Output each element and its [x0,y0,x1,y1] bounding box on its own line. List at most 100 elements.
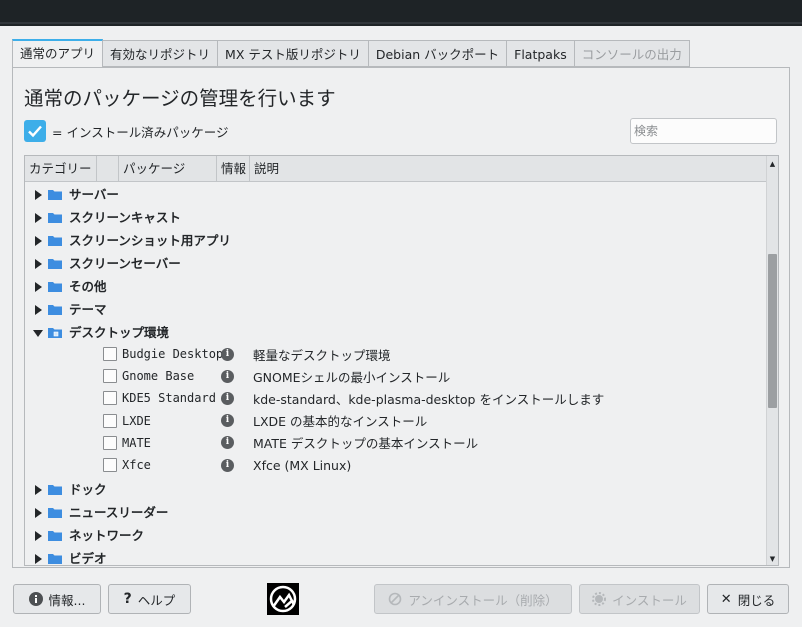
folder-icon [48,529,62,541]
help-button[interactable]: ? ヘルプ [108,584,191,614]
category-row[interactable]: ネットワーク [25,523,766,545]
package-description: MATE デスクトップの基本インストール [253,436,479,452]
column-header-package[interactable]: パッケージ [119,156,217,181]
category-label: サーバー [69,186,119,202]
expand-arrow-icon[interactable] [33,303,43,315]
installed-checkbox-sample [24,120,46,142]
info-icon[interactable]: i [221,458,234,472]
package-row[interactable]: KDE5 Standard i kde-standard、kde-plasma-de… [25,387,766,409]
package-row[interactable]: Budgie Desktop i 軽量なデスクトップ環境 [25,343,766,365]
tab-popular-apps[interactable]: 通常のアプリ [12,39,104,68]
vertical-scrollbar[interactable]: ▲ ▼ [766,156,778,565]
column-header-info[interactable]: 情報 [217,156,250,181]
close-button-label: 閉じる [737,592,776,608]
category-row[interactable]: スクリーンショット用アプリ [25,228,766,250]
package-row[interactable]: Gnome Base i GNOMEシェルの最小インストール [25,365,766,387]
scroll-down-arrow-icon[interactable]: ▼ [767,554,778,564]
category-row[interactable]: サーバー [25,182,766,204]
package-description: LXDE の基本的なインストール [253,414,428,430]
category-label: ニュースリーダー [69,504,169,520]
package-name: MATE [122,435,151,450]
installed-legend: = インストール済みパッケージ [24,120,228,142]
package-name: KDE5 Standard [122,391,216,406]
scrollbar-thumb[interactable] [768,254,777,408]
package-checkbox[interactable] [103,369,117,384]
expand-arrow-icon[interactable] [33,188,43,200]
info-button[interactable]: 情報... [13,584,101,614]
package-checkbox[interactable] [103,413,117,428]
category-row[interactable]: ビデオ [25,546,766,565]
category-row[interactable]: スクリーンセーバー [25,251,766,273]
category-row[interactable]: テーマ [25,297,766,319]
expand-arrow-icon[interactable] [33,211,43,223]
package-description: kde-standard、kde-plasma-desktop をインストールし… [253,391,605,407]
scroll-up-arrow-icon[interactable]: ▲ [767,159,778,169]
folder-icon [48,280,62,292]
category-label: スクリーンショット用アプリ [69,232,231,248]
folder-open-icon [48,326,62,338]
install-button-label: インストール [612,592,687,608]
tab-mx-test-repo[interactable]: MX テスト版リポジトリ [218,40,369,67]
package-checkbox[interactable] [103,347,117,361]
package-checkbox[interactable] [103,458,117,472]
package-name: Xfce [122,458,151,472]
column-header-category[interactable]: カテゴリー [25,156,97,181]
tab-debian-backports[interactable]: Debian バックポート [368,40,508,67]
expand-arrow-icon[interactable] [33,506,43,518]
search-input[interactable] [630,118,777,144]
category-row[interactable]: ドック [25,477,766,499]
checkmark-icon [28,125,42,138]
column-header-description[interactable]: 説明 [250,156,766,181]
install-gear-icon [592,592,607,606]
info-icon[interactable]: i [221,414,234,428]
uninstall-button: アンインストール（削除） [374,584,572,614]
expand-arrow-icon[interactable] [33,234,43,246]
expand-arrow-icon[interactable] [33,257,43,269]
expand-arrow-icon[interactable] [33,529,43,541]
collapse-arrow-icon[interactable] [33,326,43,337]
remove-icon [388,592,402,606]
install-button: インストール [579,584,700,614]
tab-enabled-repos[interactable]: 有効なリポジトリ [103,40,219,67]
package-row[interactable]: Xfce i Xfce (MX Linux) [25,454,766,476]
category-label: ネットワーク [69,527,145,543]
package-row[interactable]: LXDE i LXDE の基本的なインストール [25,410,766,432]
package-name: Gnome Base [122,369,195,384]
package-name: Budgie Desktop [122,347,224,361]
package-tree: カテゴリー パッケージ 情報 説明 サーバースクリーンキャストスクリーンショット… [24,155,779,566]
info-icon[interactable]: i [221,391,234,405]
tab-console-output: コンソールの出力 [574,40,690,67]
close-button[interactable]: ✕ 閉じる [707,584,789,614]
folder-icon [48,506,62,518]
category-label: ドック [69,481,107,497]
category-label: デスクトップ環境 [69,324,170,340]
info-icon [28,592,43,606]
category-row[interactable]: デスクトップ環境 [25,320,766,342]
info-icon[interactable]: i [221,436,234,450]
tab-flatpaks[interactable]: Flatpaks [507,40,575,67]
expand-arrow-icon[interactable] [33,483,43,495]
tree-header: カテゴリー パッケージ 情報 説明 [25,156,766,182]
question-icon: ? [123,591,132,607]
package-description: Xfce (MX Linux) [253,457,352,473]
info-icon[interactable]: i [221,347,234,361]
help-button-label: ヘルプ [137,592,176,608]
category-row[interactable]: その他 [25,274,766,296]
package-row[interactable]: MATE i MATE デスクトップの基本インストール [25,432,766,454]
category-row[interactable]: スクリーンキャスト [25,205,766,227]
folder-icon [48,257,62,269]
package-checkbox[interactable] [103,391,117,406]
category-row[interactable]: ニュースリーダー [25,500,766,522]
titlebar-divider [0,22,802,24]
category-label: スクリーンキャスト [69,209,181,225]
package-checkbox[interactable] [103,435,117,450]
info-icon[interactable]: i [221,369,234,383]
legend-text: = インストール済みパッケージ [52,124,229,140]
expand-arrow-icon[interactable] [33,280,43,292]
folder-icon [48,303,62,315]
category-label: テーマ [69,301,107,317]
package-description: GNOMEシェルの最小インストール [253,369,451,385]
expand-arrow-icon[interactable] [33,552,43,564]
info-button-label: 情報... [48,592,86,608]
package-name: LXDE [122,413,151,428]
